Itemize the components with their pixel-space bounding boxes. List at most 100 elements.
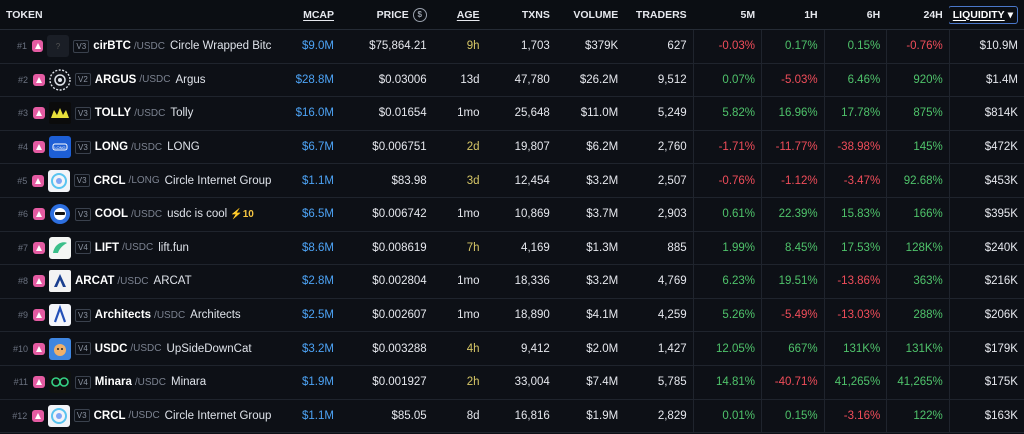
token-cell[interactable]: #4 LONG V3 LONG /USDC LONG	[0, 131, 277, 164]
col-volume[interactable]: VOLUME	[556, 0, 624, 29]
token-symbol[interactable]: COOL	[95, 208, 128, 220]
token-table: TOKEN MCAP PRICE $ AGE TXNS VOLUME TRADER…	[0, 0, 1024, 434]
rank-label: #12	[12, 410, 28, 421]
col-token[interactable]: TOKEN	[0, 0, 277, 29]
token-symbol[interactable]: cirBTC	[93, 40, 131, 52]
txns-cell: 10,869	[486, 198, 556, 231]
table-row[interactable]: #7 V4 LIFT /USDC lift.fun $8.6M $0.00861…	[0, 231, 1024, 266]
table-row[interactable]: #9 V3 Architects /USDC Architects $2.5M …	[0, 298, 1024, 333]
token-symbol[interactable]: LONG	[95, 141, 128, 153]
version-tag: V3	[75, 140, 91, 154]
dex-badge-icon	[32, 174, 44, 187]
col-mcap[interactable]: MCAP	[277, 0, 340, 29]
token-cell[interactable]: #9 V3 Architects /USDC Architects	[0, 299, 277, 332]
change-6h-cell: 41,265%	[823, 365, 887, 399]
change-6h-cell: 131K%	[823, 332, 887, 365]
currency-toggle-icon[interactable]: $	[412, 7, 427, 22]
token-symbol[interactable]: ARCAT	[75, 275, 114, 287]
col-traders[interactable]: TRADERS	[624, 0, 692, 29]
liquidity-value: $206K	[984, 309, 1018, 322]
token-name: Architects	[190, 309, 241, 322]
price-value: $0.002804	[372, 275, 427, 288]
change-6h-cell: 17.78%	[823, 97, 887, 130]
col-24h[interactable]: 24H	[886, 0, 949, 29]
age-cell: 8d	[433, 400, 486, 433]
change-6h-cell: 0.15%	[823, 30, 887, 63]
price-cell: $75,864.21	[340, 30, 433, 63]
change-5m-cell: -1.71%	[692, 130, 761, 164]
age-value: 2d	[466, 141, 480, 154]
token-cell[interactable]: #10 V4 USDC /USDC UpSideDownCat	[0, 332, 277, 365]
token-cell[interactable]: #1 ? V3 cirBTC /USDC Circle Wrapped Bitc	[0, 30, 277, 63]
col-price[interactable]: PRICE $	[340, 0, 433, 29]
token-name: LONG	[167, 141, 200, 154]
token-cell[interactable]: #11 V4 Minara /USDC Minara	[0, 366, 277, 399]
token-symbol[interactable]: Minara	[95, 376, 132, 388]
token-cell[interactable]: #6 V3 COOL /USDC usdc is cool ⚡10	[0, 198, 277, 231]
age-cell: 2d	[433, 131, 486, 164]
version-tag: V3	[73, 39, 90, 53]
price-value: $0.006751	[372, 141, 427, 154]
table-row[interactable]: #12 V3 CRCL /USDC Circle Internet Group …	[0, 399, 1024, 434]
boost-badge[interactable]: ⚡10	[230, 209, 254, 220]
volume-value: $379K	[584, 40, 619, 53]
table-row[interactable]: #1 ? V3 cirBTC /USDC Circle Wrapped Bitc…	[0, 30, 1024, 64]
col-age[interactable]: AGE	[433, 0, 486, 29]
table-row[interactable]: #8 ARCAT /USDC ARCAT $2.8M $0.002804 1mo…	[0, 265, 1024, 299]
token-cell[interactable]: #12 V3 CRCL /USDC Circle Internet Group	[0, 400, 277, 433]
age-cell: 9h	[433, 30, 486, 63]
liquidity-value: $163K	[984, 409, 1018, 422]
liquidity-cell: $395K	[948, 197, 1024, 231]
change-1h-value: -40.71%	[774, 376, 818, 389]
price-cell: $83.98	[340, 164, 433, 197]
token-symbol[interactable]: LIFT	[95, 242, 119, 254]
table-row[interactable]: #3 V3 TOLLY /USDC Tolly $16.0M $0.01654 …	[0, 97, 1024, 131]
token-symbol[interactable]: CRCL	[94, 175, 126, 187]
version-tag: V3	[73, 174, 90, 188]
token-symbol[interactable]: USDC	[95, 343, 128, 355]
mcap-cell: $28.8M	[277, 64, 340, 97]
empty-icon: ?	[47, 35, 70, 58]
token-name: Minara	[171, 376, 207, 389]
col-liquidity[interactable]: LIQUIDITY ▾	[948, 0, 1024, 29]
col-5m-label: 5M	[740, 8, 756, 21]
price-cell: $0.03006	[340, 64, 433, 97]
token-cell[interactable]: #8 ARCAT /USDC ARCAT	[0, 265, 277, 298]
table-row[interactable]: #10 V4 USDC /USDC UpSideDownCat $3.2M $0…	[0, 332, 1024, 366]
token-cell[interactable]: #2 V2 ARGUS /USDC Argus	[0, 64, 277, 97]
traders-cell: 4,769	[624, 265, 692, 298]
mcap-value: $16.0M	[295, 107, 334, 120]
volume-cell: $1.3M	[556, 232, 624, 265]
volume-value: $3.2M	[586, 174, 619, 187]
table-row[interactable]: #11 V4 Minara /USDC Minara $1.9M $0.0019…	[0, 365, 1024, 400]
liquidity-sort-button[interactable]: LIQUIDITY ▾	[948, 5, 1018, 24]
token-symbol[interactable]: TOLLY	[95, 107, 131, 119]
version-tag: V3	[75, 207, 91, 221]
token-symbol[interactable]: Architects	[95, 309, 151, 321]
token-cell[interactable]: #7 V4 LIFT /USDC lift.fun	[0, 232, 277, 265]
table-row[interactable]: #4 LONG V3 LONG /USDC LONG $6.7M $0.0067…	[0, 130, 1024, 165]
col-5m[interactable]: 5M	[693, 0, 761, 29]
token-symbol[interactable]: ARGUS	[95, 74, 137, 86]
col-volume-label: VOLUME	[573, 8, 619, 21]
col-txns[interactable]: TXNS	[486, 0, 556, 29]
dex-badge-icon	[33, 376, 45, 389]
col-1h[interactable]: 1H	[761, 0, 824, 29]
price-cell: $0.003288	[340, 332, 433, 365]
txns-cell: 47,780	[486, 64, 556, 97]
table-row[interactable]: #6 V3 COOL /USDC usdc is cool ⚡10 $6.5M …	[0, 197, 1024, 232]
table-row[interactable]: #5 V3 CRCL /LONG Circle Internet Group $…	[0, 164, 1024, 198]
table-row[interactable]: #2 V2 ARGUS /USDC Argus $28.8M $0.03006 …	[0, 63, 1024, 98]
mcap-cell: $8.6M	[277, 232, 340, 265]
change-5m-cell: 12.05%	[692, 332, 761, 365]
price-value: $0.03006	[378, 73, 427, 86]
price-value: $75,864.21	[369, 40, 427, 53]
change-24h-cell: 166%	[886, 197, 949, 231]
token-cell[interactable]: #5 V3 CRCL /LONG Circle Internet Group	[0, 164, 277, 197]
change-1h-value: 0.17%	[785, 40, 818, 53]
token-symbol[interactable]: CRCL	[94, 410, 126, 422]
change-1h-cell: 16.96%	[761, 97, 824, 130]
txns-value: 1,703	[521, 40, 550, 53]
col-6h[interactable]: 6H	[824, 0, 887, 29]
token-cell[interactable]: #3 V3 TOLLY /USDC Tolly	[0, 97, 277, 130]
